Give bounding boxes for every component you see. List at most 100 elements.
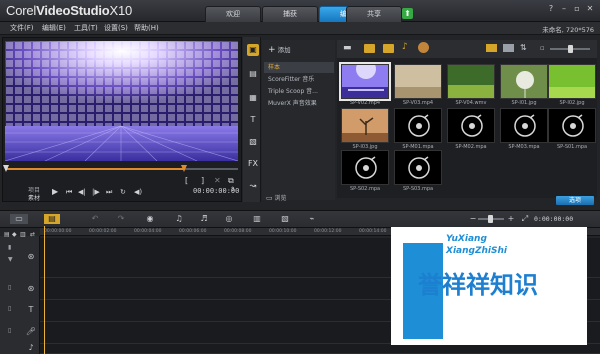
play-icon[interactable]: ▶ <box>52 187 58 196</box>
overlay-track-toggle-icon[interactable]: ▯ <box>8 284 11 291</box>
scrub-bar[interactable] <box>3 164 238 174</box>
enlarge-icon[interactable]: ⧉ <box>228 176 234 186</box>
maximize-icon[interactable]: ▫ <box>571 4 583 14</box>
mode-clip-label[interactable]: 素材 <box>28 193 40 202</box>
title-track-toggle-icon[interactable]: ▯ <box>8 305 11 312</box>
repeat-icon[interactable]: ↻ <box>120 188 126 196</box>
storyboard-view-icon[interactable]: ▭ <box>10 214 28 224</box>
voice-track-toggle-icon[interactable]: ▯ <box>8 327 11 334</box>
enable-ripple-icon[interactable]: ⇄ <box>30 231 35 238</box>
mark-out-button[interactable]: ] <box>201 176 204 185</box>
close-icon[interactable]: ✕ <box>584 4 596 14</box>
next-frame-icon[interactable]: |▶ <box>92 188 100 196</box>
list-view-icon[interactable] <box>503 44 514 52</box>
thumbnail-size-handle[interactable] <box>568 45 573 53</box>
library-thumbnail[interactable] <box>394 150 442 185</box>
motion-tracking-icon[interactable]: ◎ <box>222 214 236 224</box>
menu-edit[interactable]: 编辑(E) <box>42 23 66 34</box>
sound-mixer-icon[interactable]: ♫ <box>172 214 186 224</box>
path-icon[interactable]: ↝ <box>247 180 259 192</box>
previous-frame-icon[interactable]: ◀| <box>78 188 86 196</box>
library-thumbnail[interactable] <box>548 108 596 143</box>
timeline-timecode[interactable]: 0:00:00:00 <box>534 215 573 223</box>
upload-icon[interactable]: ⬆ <box>402 8 413 19</box>
split-clip-icon[interactable]: ✕ <box>214 176 221 185</box>
library-thumbnail[interactable] <box>447 108 495 143</box>
redo-icon[interactable]: ↷ <box>114 214 128 224</box>
library-thumbnail-label: SP-S02.mpa <box>349 186 381 192</box>
record-capture-icon[interactable]: ◉ <box>143 214 157 224</box>
timeline-view-icon[interactable]: ▤ <box>44 214 60 224</box>
category-item-muverx[interactable]: MuverX 声音效果 <box>264 98 334 109</box>
library-thumbnail[interactable] <box>548 64 596 99</box>
tab-capture[interactable]: 捕获 <box>262 6 318 22</box>
timeline-zoom-handle[interactable] <box>488 215 493 223</box>
menu-tools[interactable]: 工具(T) <box>74 23 98 34</box>
ruler-tick-label: 00:00:14:00 <box>359 229 387 234</box>
filter-icon[interactable]: FX <box>247 158 259 170</box>
graphic-icon[interactable]: ▧ <box>247 136 259 148</box>
ruler-tick-label: 00:00:00:00 <box>44 229 72 234</box>
online-media-icon[interactable] <box>418 42 429 53</box>
browse-button[interactable]: ▭ 浏览 <box>266 193 287 202</box>
add-folder-button[interactable]: + 添加 <box>268 44 291 55</box>
tab-welcome[interactable]: 欢迎 <box>205 6 261 22</box>
video-track-icon: ⊛ <box>27 252 35 261</box>
library-thumbnail[interactable] <box>394 64 442 99</box>
category-item-samples[interactable]: 样本 <box>264 62 334 73</box>
folder-icon[interactable]: ▬ <box>343 43 352 53</box>
zoom-in-icon[interactable]: + <box>504 214 518 224</box>
tab-share[interactable]: 共享 <box>346 6 402 22</box>
media-icon[interactable]: ▣ <box>247 44 259 56</box>
subtitle-editor-icon[interactable]: ▥ <box>250 214 264 224</box>
add-marker-icon[interactable]: ◆ <box>12 231 17 238</box>
menu-settings[interactable]: 设置(S) <box>104 23 128 34</box>
mark-in-button[interactable]: [ <box>185 176 188 185</box>
category-item-triple-scoop[interactable]: Triple Scoop 音... <box>264 86 334 97</box>
help-icon[interactable]: ? <box>545 4 557 14</box>
ripple-edit-icon[interactable]: ▥ <box>20 231 26 238</box>
library-thumbnail[interactable] <box>447 64 495 99</box>
ruler-tick-label: 00:00:12:00 <box>314 229 342 234</box>
library-thumbnail[interactable] <box>500 108 548 143</box>
timecode-spinner-icon[interactable]: ⇕ <box>230 186 235 193</box>
video-track-visibility-icon[interactable]: ▼ <box>8 256 13 263</box>
title-icon[interactable]: T <box>247 114 259 126</box>
library-thumbnail[interactable] <box>341 150 389 185</box>
undo-icon[interactable]: ↶ <box>88 214 102 224</box>
library-thumbnail[interactable] <box>500 64 548 99</box>
show-audio-icon[interactable]: ♪ <box>402 42 408 52</box>
category-item-scorefitter[interactable]: ScoreFitter 音乐 <box>264 74 334 85</box>
transition-icon[interactable]: ▦ <box>247 92 259 104</box>
preview-window[interactable] <box>5 41 238 161</box>
timeline-playhead[interactable] <box>44 226 45 354</box>
menu-file[interactable]: 文件(F) <box>10 23 34 34</box>
browse-folder-icon: ▭ <box>266 194 273 202</box>
home-icon[interactable]: ⏮ <box>66 188 72 197</box>
music-track[interactable] <box>40 344 600 354</box>
volume-icon[interactable]: ◀) <box>134 188 142 196</box>
instant-project-icon[interactable]: ▤ <box>247 68 259 80</box>
options-button[interactable]: 选项 <box>556 196 594 205</box>
thumbnail-view-icon[interactable] <box>486 44 497 52</box>
library-thumbnail[interactable] <box>394 108 442 143</box>
thumbnail-size-slider[interactable] <box>550 45 590 53</box>
overlay-track-icon: ⊛ <box>27 284 35 293</box>
library-thumbnail-label: SP-V03.mp4 <box>402 100 434 106</box>
show-videos-icon[interactable] <box>364 44 375 53</box>
end-icon[interactable]: ⏭ <box>106 188 112 197</box>
menu-help[interactable]: 帮助(H) <box>134 23 159 34</box>
library-thumbnail[interactable] <box>341 108 389 143</box>
video-track-lock-icon[interactable]: ▮ <box>8 244 11 251</box>
library-thumbnail-label: SP-S03.mpa <box>402 186 434 192</box>
multi-camera-icon[interactable]: ▧ <box>278 214 292 224</box>
fit-project-icon[interactable]: ⤢ <box>518 214 532 224</box>
auto-music-icon[interactable]: ♬ <box>197 214 211 224</box>
minimize-icon[interactable]: – <box>558 4 570 14</box>
time-remapping-icon[interactable]: ⌁ <box>305 214 319 224</box>
sort-icon[interactable]: ⇅ <box>520 43 527 52</box>
library-thumbnail[interactable] <box>339 62 391 101</box>
show-photos-icon[interactable] <box>383 44 394 53</box>
timeline-zoom-slider[interactable] <box>478 215 504 223</box>
track-manager-icon[interactable]: ▤ <box>4 231 10 238</box>
